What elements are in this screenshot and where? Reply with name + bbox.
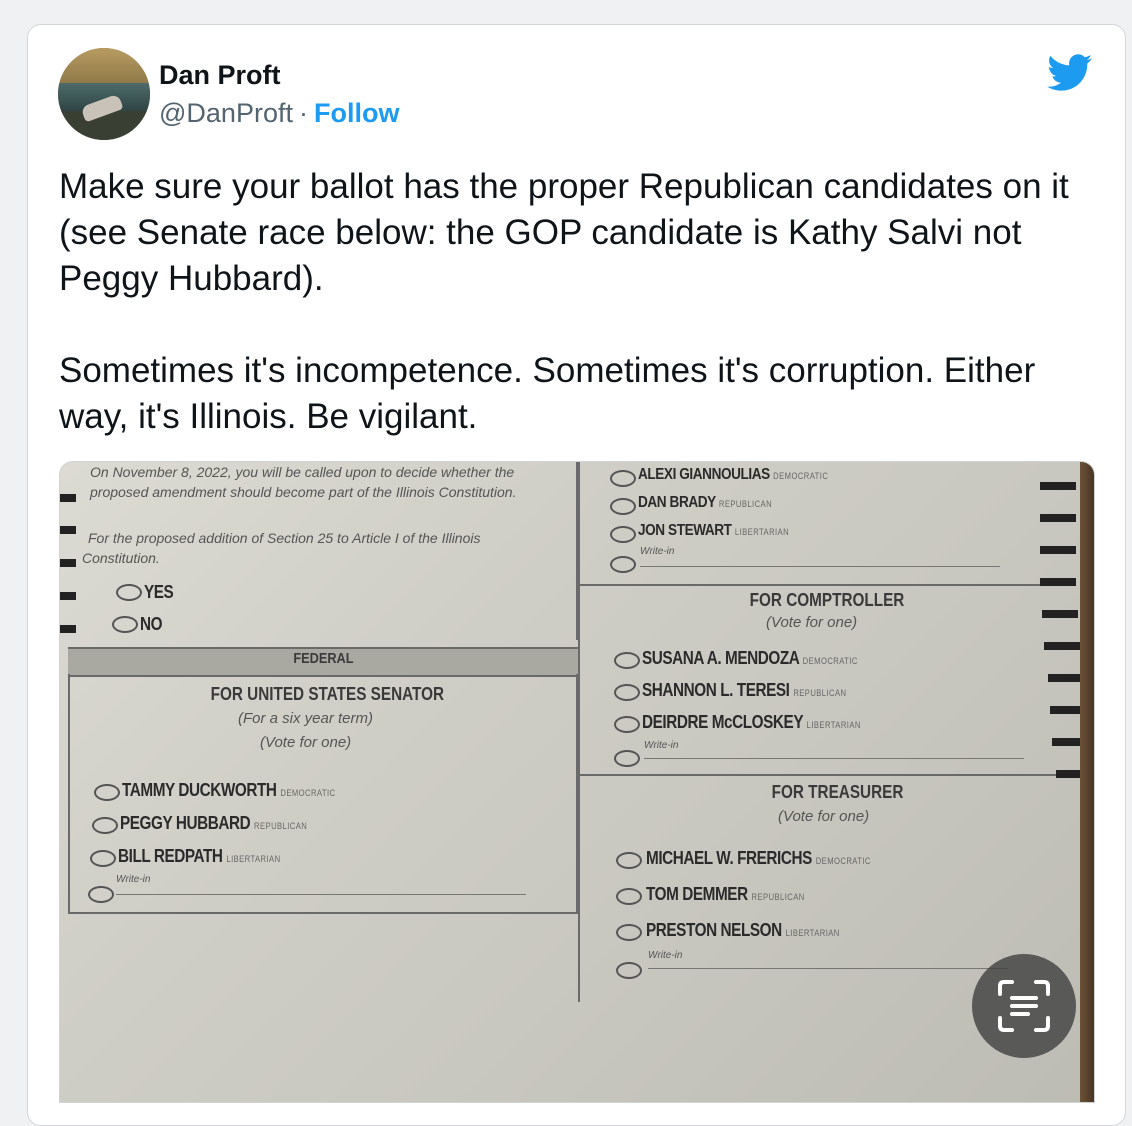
separator: ·	[298, 98, 308, 128]
ballot-oval	[616, 852, 642, 869]
senate-candidate: PEGGY HUBBARD REPUBLICAN	[120, 813, 308, 833]
treasurer-candidate: PRESTON NELSON LIBERTARIAN	[646, 920, 840, 940]
box-border	[578, 774, 1078, 776]
ballot-oval	[616, 962, 642, 979]
follow-button[interactable]: Follow	[314, 98, 399, 128]
ballot-oval	[616, 924, 642, 941]
tweet-text: Make sure your ballot has the proper Rep…	[59, 164, 1089, 440]
timing-mark	[1048, 674, 1084, 682]
ballot-oval	[610, 498, 636, 515]
box-border	[68, 674, 70, 914]
author-handle[interactable]: @DanProft	[159, 98, 293, 128]
ballot-oval	[116, 584, 142, 601]
timing-mark	[60, 526, 76, 534]
ballot-oval	[90, 850, 116, 867]
comptroller-title: FOR COMPTROLLER	[749, 590, 905, 610]
text-scan-icon	[998, 980, 1050, 1032]
senator-title: FOR UNITED STATES SENATOR	[210, 684, 445, 704]
treasurer-title: FOR TREASURER	[771, 782, 904, 802]
ballot-oval	[610, 556, 636, 573]
write-in-label: Write-in	[116, 874, 151, 885]
ballot-oval	[614, 684, 640, 701]
amendment-line-3: For the proposed addition of Section 25 …	[88, 530, 481, 546]
timing-mark	[60, 559, 76, 567]
senate-candidate: BILL REDPATH LIBERTARIAN	[118, 846, 281, 866]
candidate: JON STEWART LIBERTARIAN	[638, 522, 790, 539]
senate-candidate: TAMMY DUCKWORTH DEMOCRATIC	[122, 780, 336, 800]
ballot-photo[interactable]: On November 8, 2022, you will be called …	[59, 461, 1095, 1103]
candidate: ALEXI GIANNOULIAS DEMOCRATIC	[638, 466, 829, 483]
comptroller-candidate: DEIRDRE McCLOSKEY LIBERTARIAN	[642, 712, 861, 732]
ballot-oval	[88, 886, 114, 903]
senator-vote-for-one: (Vote for one)	[260, 734, 352, 751]
ballot-oval	[94, 784, 120, 801]
timing-mark	[1040, 546, 1076, 554]
ballot-oval	[112, 616, 138, 633]
ballot-oval	[614, 750, 640, 767]
write-in-line	[640, 566, 1000, 567]
write-in-line	[648, 968, 1008, 969]
tweet-paragraph-1: Make sure your ballot has the proper Rep…	[59, 167, 1069, 298]
timing-mark	[60, 592, 76, 600]
comptroller-vote-for-one: (Vote for one)	[766, 614, 858, 631]
treasurer-vote-for-one: (Vote for one)	[778, 808, 870, 825]
ballot-oval	[92, 817, 118, 834]
amendment-line-4: Constitution.	[82, 550, 160, 566]
senator-term: (For a six year term)	[238, 710, 374, 727]
treasurer-candidate: TOM DEMMER REPUBLICAN	[646, 884, 805, 904]
table-surface	[1080, 462, 1094, 1102]
ballot-oval	[614, 652, 640, 669]
box-border	[68, 912, 578, 914]
federal-label: FEDERAL	[293, 650, 354, 667]
column-divider	[578, 462, 580, 1002]
ballot-oval	[610, 526, 636, 543]
yes-label: YES	[144, 582, 174, 602]
comptroller-candidate: SHANNON L. TERESI REPUBLICAN	[642, 680, 847, 700]
candidate: DAN BRADY REPUBLICAN	[638, 494, 773, 511]
box-border	[578, 584, 1066, 586]
amendment-line-2: proposed amendment should become part of…	[90, 484, 517, 500]
text-scan-button[interactable]	[972, 954, 1076, 1058]
timing-mark	[1042, 610, 1078, 618]
ballot-oval	[616, 888, 642, 905]
comptroller-candidate: SUSANA A. MENDOZA DEMOCRATIC	[642, 648, 858, 668]
timing-mark	[1040, 578, 1076, 586]
timing-mark	[1044, 642, 1080, 650]
author-handle-row: @DanProft · Follow	[159, 98, 399, 129]
write-in-label: Write-in	[648, 950, 683, 961]
timing-mark	[1040, 514, 1076, 522]
timing-mark	[60, 625, 76, 633]
write-in-line	[116, 894, 526, 895]
no-label: NO	[140, 614, 163, 634]
twitter-bird-icon[interactable]	[1047, 54, 1093, 92]
avatar[interactable]	[58, 48, 150, 140]
timing-mark	[60, 494, 76, 502]
write-in-label: Write-in	[644, 740, 679, 751]
ballot-oval	[614, 716, 640, 733]
author-name[interactable]: Dan Proft	[159, 60, 281, 91]
treasurer-candidate: MICHAEL W. FRERICHS DEMOCRATIC	[646, 848, 871, 868]
amendment-line-1: On November 8, 2022, you will be called …	[90, 464, 515, 480]
timing-mark	[1040, 482, 1076, 490]
write-in-line	[644, 758, 1024, 759]
write-in-label: Write-in	[640, 546, 675, 557]
ballot-oval	[610, 470, 636, 487]
tweet-paragraph-2: Sometimes it's incompetence. Sometimes i…	[59, 351, 1036, 436]
